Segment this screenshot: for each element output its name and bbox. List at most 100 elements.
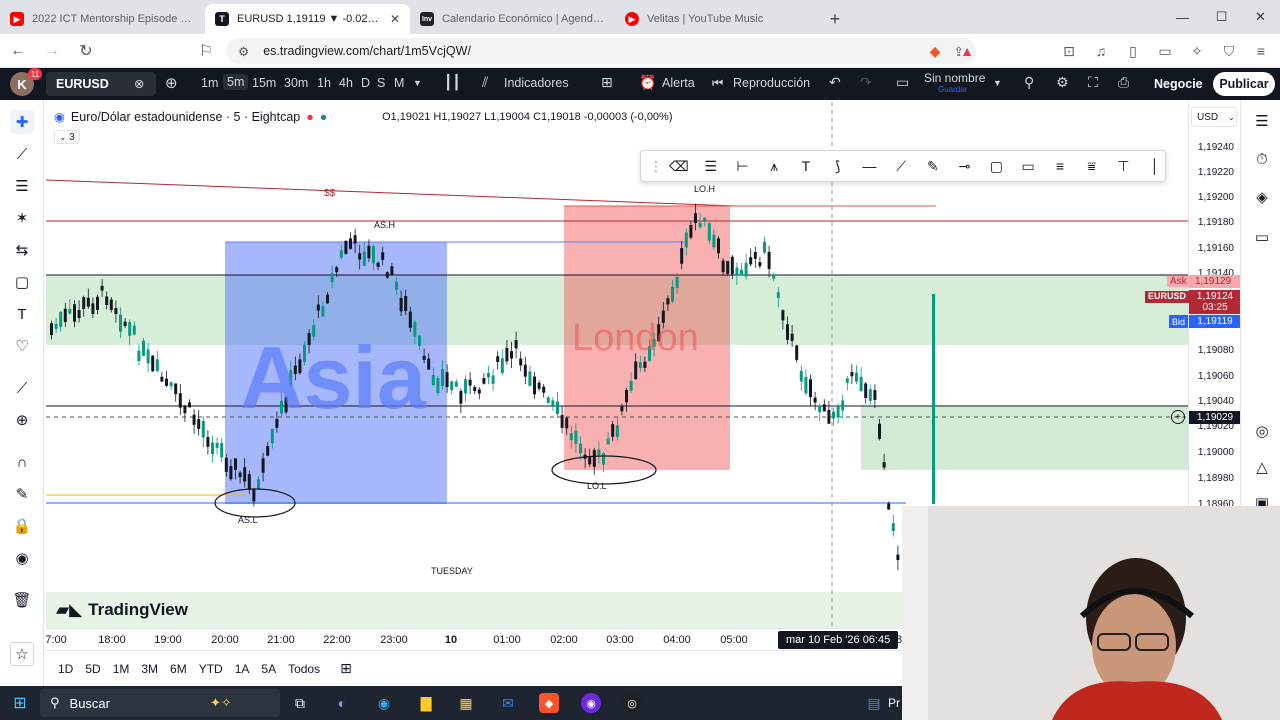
brave-profile-icon[interactable]: ◉ xyxy=(581,693,601,713)
compare-icon[interactable]: ⊗ xyxy=(134,76,144,91)
chat-icon[interactable]: ▭ xyxy=(1251,226,1273,248)
alert-button[interactable]: Alerta xyxy=(662,76,695,90)
trade-button[interactable]: Negocie xyxy=(1146,72,1211,96)
range-icon[interactable]: ⊤ xyxy=(1114,158,1134,175)
layout-name[interactable]: Sin nombre xyxy=(924,71,985,85)
callout-icon[interactable]: ▭ xyxy=(1018,158,1038,175)
range-all[interactable]: Todos xyxy=(288,662,320,676)
minimize-icon[interactable]: — xyxy=(1163,0,1202,34)
indicators-button[interactable]: Indicadores xyxy=(504,76,569,90)
range-1d[interactable]: 1D xyxy=(58,662,73,676)
brave-shield-icon[interactable]: ◆ xyxy=(926,43,944,60)
interval-30m[interactable]: 30m xyxy=(284,76,308,90)
edge-icon[interactable]: ◉ xyxy=(374,693,394,713)
url-field[interactable]: ⚙ es.tradingview.com/chart/1m5VcjQW/ ⇪ xyxy=(226,38,976,64)
obs-icon[interactable]: ◎ xyxy=(622,693,642,713)
interval-s[interactable]: S xyxy=(377,76,385,90)
music-icon[interactable]: ♫ xyxy=(1092,43,1110,59)
pattern-icon[interactable]: ✶ xyxy=(10,206,34,230)
brave-icon[interactable]: ◆ xyxy=(539,693,559,713)
interval-4h[interactable]: 4h xyxy=(339,76,353,90)
windows-start-icon[interactable]: ⊞ xyxy=(10,693,30,713)
indicator-count[interactable]: ⌄ 3 xyxy=(54,130,80,144)
save-button[interactable]: Guardar xyxy=(938,85,967,94)
hline-icon[interactable]: — xyxy=(860,158,880,174)
taskbar-pr-label[interactable]: Pr xyxy=(888,696,900,710)
task-view-icon[interactable]: ⧉ xyxy=(290,693,310,713)
drag-handle-icon[interactable]: ⋮ xyxy=(649,158,663,175)
eye-icon[interactable]: ◉ xyxy=(10,546,34,570)
text-icon[interactable]: T xyxy=(796,158,816,174)
add-alert-icon[interactable]: + xyxy=(1171,410,1185,424)
interval-5m[interactable]: 5m xyxy=(223,74,249,90)
trash-icon[interactable]: 🗑 xyxy=(10,588,34,612)
date-range-icon[interactable]: ⊞ xyxy=(340,660,352,677)
publish-button[interactable]: Publicar xyxy=(1213,72,1275,96)
screenshot-icon[interactable]: ⊡ xyxy=(1060,43,1078,60)
close-window-icon[interactable]: ✕ xyxy=(1241,0,1280,34)
interval-d[interactable]: D xyxy=(361,76,370,90)
currency-select[interactable]: USD ⌄ xyxy=(1191,107,1237,127)
maximize-icon[interactable]: ☐ xyxy=(1202,0,1241,34)
magnet-icon[interactable]: ∩ xyxy=(10,450,34,474)
templates-icon[interactable]: ⊞ xyxy=(601,74,613,91)
fullscreen-icon[interactable]: ⛶ xyxy=(1088,74,1098,91)
target-icon[interactable]: ◎ xyxy=(1251,420,1273,442)
legend-title[interactable]: Euro/Dólar estadounidense · 5 · Eightcap xyxy=(71,110,300,124)
chevron-down-icon[interactable]: ▼ xyxy=(413,78,422,88)
search-icon[interactable]: ⚲ xyxy=(1024,74,1034,91)
shapes-icon[interactable]: ▢ xyxy=(10,270,34,294)
mail-icon[interactable]: ✉ xyxy=(498,693,518,713)
crosshair-icon[interactable]: ✚ xyxy=(10,110,34,134)
parallel-icon[interactable]: ≡ xyxy=(1050,158,1070,174)
tab-youtube[interactable]: ▶ 2022 ICT Mentorship Episode 5 - You xyxy=(0,4,205,34)
interval-15m[interactable]: 15m xyxy=(252,76,276,90)
copilot-icon[interactable]: ◐ xyxy=(332,693,352,713)
layers-icon[interactable]: ◈ xyxy=(1251,186,1273,208)
chart-type-icon[interactable]: ┃┃ xyxy=(444,74,461,91)
file-explorer-icon[interactable]: ▇ xyxy=(416,693,436,713)
eraser-icon[interactable]: ⌫ xyxy=(669,158,689,175)
interval-m[interactable]: M xyxy=(394,76,404,90)
alert-icon[interactable]: ⏰ xyxy=(639,74,656,91)
heart-icon[interactable]: ♡ xyxy=(10,334,34,358)
back-icon[interactable]: ← xyxy=(8,42,28,60)
close-icon[interactable]: ✕ xyxy=(390,12,400,26)
hlines-icon[interactable]: ☰ xyxy=(701,158,721,175)
reload-icon[interactable]: ↻ xyxy=(76,41,96,61)
bookmark-icon[interactable]: ⚐ xyxy=(196,41,216,61)
layout-icon[interactable]: ▭ xyxy=(896,74,909,91)
rectangle-icon[interactable]: ▢ xyxy=(987,158,1007,175)
star-icon[interactable]: ☆ xyxy=(10,642,34,666)
range-6m[interactable]: 6M xyxy=(170,662,187,676)
site-info-icon[interactable]: ⚙ xyxy=(238,44,249,59)
ideas-icon[interactable]: △ xyxy=(1251,456,1273,478)
prediction-icon[interactable]: ⇆ xyxy=(10,238,34,262)
app-pr-icon[interactable]: ▤ xyxy=(864,693,884,713)
sidebar-icon[interactable]: ▯ xyxy=(1124,43,1142,60)
ray-icon[interactable]: ⊸ xyxy=(955,158,975,175)
text-icon[interactable]: T xyxy=(10,302,34,326)
tab-calendario[interactable]: Inv Calendario Económico | Agenda Eco xyxy=(410,4,615,34)
pen-icon[interactable]: ✎ xyxy=(923,158,943,175)
range-3m[interactable]: 3M xyxy=(141,662,158,676)
watchlist-icon[interactable]: ☰ xyxy=(1251,110,1273,132)
menu-icon[interactable]: ≡ xyxy=(1252,43,1270,59)
pencil-lock-icon[interactable]: ✎ xyxy=(10,482,34,506)
zoom-icon[interactable]: ⊕ xyxy=(10,408,34,432)
pattern-icon[interactable]: ⩚ xyxy=(764,158,784,175)
range-1m[interactable]: 1M xyxy=(113,662,130,676)
replay-icon[interactable]: ⏮ xyxy=(712,76,723,91)
range-5d[interactable]: 5D xyxy=(85,662,100,676)
tab-tradingview[interactable]: T EURUSD 1,19119 ▼ -0.02% Sin n ✕ xyxy=(205,4,410,34)
brush-icon[interactable]: ⟆ xyxy=(828,158,848,175)
interval-1m[interactable]: 1m xyxy=(201,76,218,90)
chevron-down-icon[interactable]: ▼ xyxy=(993,78,1002,88)
vline-icon[interactable]: │ xyxy=(1145,158,1165,174)
trendline-icon[interactable]: ⟋ xyxy=(10,142,34,166)
range-1a[interactable]: 1A xyxy=(235,662,250,676)
measure-icon[interactable]: ⊢ xyxy=(733,158,753,175)
redo-icon[interactable]: ↷ xyxy=(860,74,872,91)
ruler-icon[interactable]: ⟋ xyxy=(10,376,34,400)
forward-icon[interactable]: → xyxy=(42,42,62,60)
